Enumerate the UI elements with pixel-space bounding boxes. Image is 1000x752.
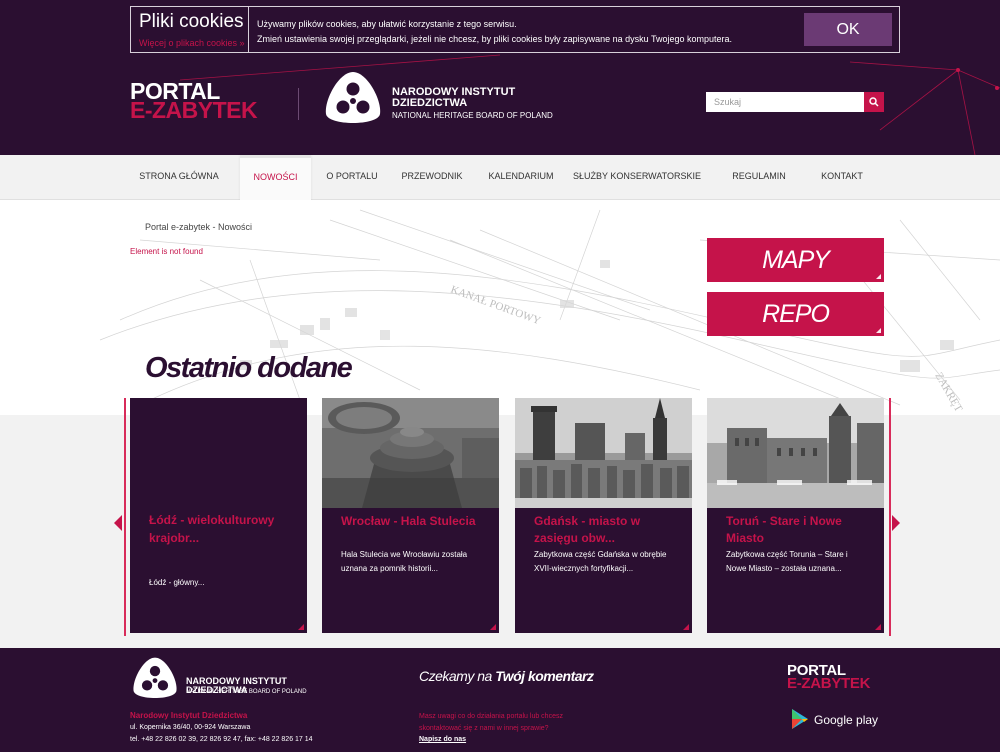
maps-label: MAPY <box>762 246 830 274</box>
footer-contact-note: Masz uwagi co do działania portalu lub c… <box>419 713 563 732</box>
nav-item-contact[interactable]: KONTAKT <box>812 155 872 200</box>
card-wroclaw[interactable]: Wrocław - Hala Stulecia Hala Stulecia we… <box>322 398 499 633</box>
search-box <box>706 92 884 112</box>
nav-item-conservation-services[interactable]: SŁUŻBY KONSERWATORSKIE <box>571 155 703 200</box>
error-message: Element is not found <box>130 247 203 256</box>
card-lodz[interactable]: Łódź - wielokulturowy krajobr... Łódź - … <box>130 398 307 633</box>
repo-label: REPO <box>762 300 830 328</box>
search-icon <box>869 97 879 107</box>
google-play-label: Google play <box>814 713 879 727</box>
nid-name: NARODOWY INSTYTUT DZIEDZICTWA <box>392 87 515 109</box>
portal-logo-line2: E-ZABYTEK <box>130 97 258 123</box>
nav-item-home[interactable]: STRONA GŁÓWNA <box>133 155 225 200</box>
nid-emblem-icon[interactable] <box>130 656 180 702</box>
site-header: Pliki cookies Więcej o plikach cookies »… <box>0 0 1000 155</box>
torun-photo <box>707 398 884 508</box>
cookie-line-1: Używamy plików cookies, aby ułatwić korz… <box>257 19 517 29</box>
main-content: KANAŁ PORTOWY ZAKRĘT Portal e-zabytek - … <box>0 200 1000 415</box>
nav-item-news[interactable]: NOWOŚCI <box>240 155 311 200</box>
cookie-title-box: Pliki cookies Więcej o plikach cookies » <box>131 7 249 52</box>
card-title[interactable]: Gdańsk - miasto w zasięgu obw... <box>534 513 684 547</box>
search-input[interactable] <box>706 92 864 112</box>
corner-arrow-icon <box>876 274 881 279</box>
wroclaw-photo <box>322 398 499 508</box>
google-play-link[interactable]: Google play <box>790 708 890 732</box>
main-nav: STRONA GŁÓWNA NOWOŚCI O PORTALU PRZEWODN… <box>0 155 1000 200</box>
search-button[interactable] <box>864 92 884 112</box>
carousel-next-icon[interactable] <box>892 515 900 531</box>
nav-item-guide[interactable]: PRZEWODNIK <box>396 155 468 200</box>
svg-text:ZAKRĘT: ZAKRĘT <box>932 371 964 415</box>
nav-item-about[interactable]: O PORTALU <box>321 155 383 200</box>
portal-logo[interactable]: PORTAL E-ZABYTEK <box>130 80 280 124</box>
cookie-ok-button[interactable]: OK <box>804 13 892 46</box>
cookie-text: Używamy plików cookies, aby ułatwić korz… <box>257 17 732 47</box>
card-description: Hala Stulecia we Wrocławiu została uznan… <box>341 550 468 573</box>
card-description: Zabytkowa część Torunia – Stare i Nowe M… <box>726 550 848 573</box>
corner-arrow-icon <box>490 624 496 630</box>
corner-arrow-icon <box>875 624 881 630</box>
footer-comment-heading: Czekamy na Twój komentarz <box>419 668 594 684</box>
breadcrumb[interactable]: Portal e-zabytek - Nowości <box>145 222 252 232</box>
write-to-us-link[interactable]: Napisz do nas <box>419 736 466 743</box>
card-title[interactable]: Toruń - Stare i Nowe Miasto <box>726 513 876 547</box>
logo-divider <box>298 88 299 120</box>
svg-text:KANAŁ PORTOWY: KANAŁ PORTOWY <box>449 284 542 328</box>
cookie-bar: Pliki cookies Więcej o plikach cookies »… <box>130 6 900 53</box>
footer-nid-subtitle: NATIONAL HERITAGE BOARD OF POLAND <box>186 689 307 695</box>
maps-button[interactable]: MAPY <box>707 238 884 282</box>
carousel-prev-icon[interactable] <box>114 515 122 531</box>
gdansk-photo <box>515 398 692 508</box>
corner-arrow-icon <box>298 624 304 630</box>
corner-arrow-icon <box>876 328 881 333</box>
card-description: Zabytkowa część Gdańska w obrębie XVII-w… <box>534 550 667 573</box>
nid-emblem-icon[interactable] <box>322 70 384 128</box>
nid-name-line2: DZIEDZICTWA <box>392 97 468 109</box>
footer-org-name: Narodowy Instytut Dziedzictwa <box>130 711 248 720</box>
repo-button[interactable]: REPO <box>707 292 884 336</box>
footer-comment-prefix: Czekamy na <box>419 668 492 684</box>
footer-portal-line2: E-ZABYTEK <box>787 675 871 692</box>
card-title[interactable]: Łódź - wielokulturowy krajobr... <box>149 511 299 547</box>
cookie-title: Pliki cookies <box>139 11 244 32</box>
nid-subtitle: NATIONAL HERITAGE BOARD OF POLAND <box>392 111 553 120</box>
recent-carousel: Łódź - wielokulturowy krajobr... Łódź - … <box>0 398 1000 648</box>
card-title[interactable]: Wrocław - Hala Stulecia <box>341 513 491 530</box>
footer-phone: tel. +48 22 826 02 39, 22 826 92 47, fax… <box>130 736 313 743</box>
cookie-line-2: Zmień ustawienia swojej przeglądarki, je… <box>257 34 733 44</box>
footer-address: ul. Kopernika 36/40, 00-924 Warszawa <box>130 724 251 731</box>
cookie-more-link[interactable]: Więcej o plikach cookies » <box>139 38 245 48</box>
card-gdansk[interactable]: Gdańsk - miasto w zasięgu obw... Zabytko… <box>515 398 692 633</box>
nav-item-calendar[interactable]: KALENDARIUM <box>484 155 558 200</box>
card-torun[interactable]: Toruń - Stare i Nowe Miasto Zabytkowa cz… <box>707 398 884 633</box>
footer-comment-bold: Twój komentarz <box>495 668 594 684</box>
nav-item-rules[interactable]: REGULAMIN <box>724 155 794 200</box>
google-play-icon <box>792 709 808 729</box>
corner-arrow-icon <box>683 624 689 630</box>
site-footer: NARODOWY INSTYTUT DZIEDZICTWA NATIONAL H… <box>0 648 1000 752</box>
section-title: Ostatnio dodane <box>145 352 353 384</box>
card-description: Łódź - główny... <box>149 578 205 587</box>
